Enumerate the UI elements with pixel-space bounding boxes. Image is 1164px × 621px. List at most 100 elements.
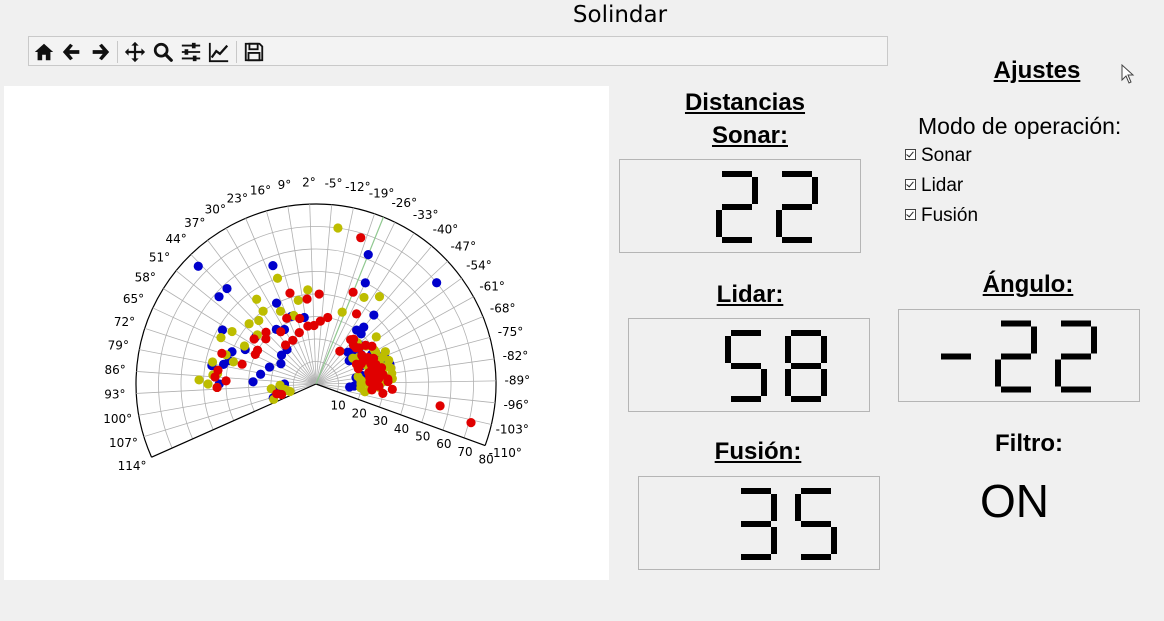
data-point-sonar	[264, 362, 275, 372]
data-point-sonar	[276, 350, 287, 360]
data-point-sonar	[217, 325, 228, 335]
polar-plot[interactable]: 114° 107° 100° 93° 86° 79° 72° 65° 58° 51° 44° 37° 3…	[4, 86, 609, 580]
lcd-segment	[731, 363, 761, 369]
lcd-segment	[1001, 353, 1031, 360]
lcd-segment	[791, 363, 821, 369]
theta-tick-label: -82°	[503, 349, 529, 363]
data-point-sonar	[345, 382, 355, 392]
lcd-segment	[741, 488, 771, 494]
lidar-lcd-digits	[725, 330, 827, 402]
theta-tick-label: 16°	[250, 183, 271, 197]
lcd-segment	[831, 527, 837, 554]
theta-tick-label: 114°	[118, 459, 147, 473]
theta-tick-label: -61°	[479, 279, 505, 293]
data-point-fusion	[295, 313, 305, 324]
data-point-lidar	[258, 306, 268, 316]
data-point-fusion	[303, 321, 313, 331]
lidar-checkbox-label: Lidar	[921, 175, 964, 196]
lcd-segment	[1031, 326, 1037, 354]
back-button[interactable]	[61, 41, 83, 63]
angulo-label: Ángulo:	[982, 271, 1074, 298]
zoom-button[interactable]	[152, 41, 174, 63]
data-point-lidar	[337, 307, 347, 317]
sliders-icon	[181, 42, 201, 62]
move-icon	[124, 41, 146, 63]
theta-tick-label: 58°	[135, 270, 156, 284]
checkbox-checked-icon	[905, 209, 916, 220]
subplots-button[interactable]	[180, 41, 202, 63]
forward-button[interactable]	[89, 41, 111, 63]
lcd-segment	[782, 204, 812, 210]
data-point-lidar	[244, 319, 254, 329]
data-point-sonar	[248, 377, 258, 387]
polar-grid	[135, 203, 497, 458]
data-point-lidar	[252, 294, 262, 304]
lcd-segment	[801, 488, 831, 494]
lcd-segment	[725, 336, 731, 363]
data-point-fusion	[314, 289, 324, 299]
data-point-fusion	[349, 334, 359, 344]
fusion-checkbox-label: Fusión	[921, 205, 979, 226]
theta-tick-label: -12°	[345, 180, 371, 194]
data-point-lidar	[293, 295, 303, 305]
lcd-segment	[1001, 386, 1031, 393]
data-point-fusion	[285, 288, 295, 298]
r-tick-label: 40	[394, 422, 409, 436]
magnifier-icon	[153, 42, 173, 62]
lcd-segment	[722, 237, 752, 243]
data-point-lidar	[203, 379, 213, 389]
lcd-segment	[801, 554, 831, 560]
lcd-segment	[785, 336, 791, 363]
data-point-lidar	[275, 306, 286, 316]
data-point-fusion	[356, 233, 366, 243]
data-point-fusion	[217, 348, 227, 359]
lcd-segment	[791, 330, 821, 336]
lidar-label: Lidar:	[716, 281, 784, 308]
arrow-left-icon	[62, 43, 80, 61]
lcd-segment	[761, 369, 767, 396]
data-point-lidar	[333, 223, 343, 233]
lcd-segment	[722, 171, 752, 177]
home-button[interactable]	[33, 41, 55, 63]
theta-tick-label: -47°	[450, 240, 476, 254]
lidar-checkbox[interactable]: Lidar	[905, 175, 963, 197]
fusion-checkbox[interactable]: Fusión	[905, 205, 978, 227]
data-point-fusion	[276, 389, 287, 400]
lcd-segment	[741, 554, 771, 560]
data-point-sonar	[222, 283, 232, 294]
edit-axes-button[interactable]	[208, 41, 230, 63]
r-tick-label: 10	[331, 399, 346, 413]
data-point-fusion	[435, 401, 445, 411]
save-button[interactable]	[243, 41, 265, 63]
lcd-segment	[722, 204, 752, 210]
checkbox-checked-icon	[905, 149, 916, 160]
lcd-segment	[785, 369, 791, 396]
fusion-label: Fusión:	[714, 438, 802, 465]
data-point-lidar	[207, 357, 218, 367]
theta-tick-label: 107°	[109, 436, 138, 450]
pan-button[interactable]	[124, 41, 146, 63]
theta-tick-label: -103°	[496, 422, 529, 436]
theta-tick-label: -89°	[505, 373, 531, 387]
data-point-sonar	[268, 260, 278, 271]
theta-tick-label: -54°	[466, 259, 492, 273]
window-title: Solindar	[572, 2, 668, 28]
data-point-fusion	[367, 385, 377, 395]
lcd-segment	[1001, 320, 1031, 327]
theta-tick-label: 86°	[104, 363, 125, 377]
theta-tick-label: -5°	[325, 176, 343, 190]
theta-tick-label: 44°	[165, 232, 186, 246]
data-point-fusion	[212, 382, 222, 393]
lcd-segment	[1055, 359, 1061, 387]
sonar-checkbox[interactable]: Sonar	[905, 145, 972, 167]
data-point-lidar	[359, 292, 369, 303]
angulo-lcd	[898, 309, 1140, 402]
lcd-segment	[795, 494, 801, 521]
theta-tick-label: 72°	[114, 315, 135, 329]
data-point-fusion	[221, 376, 231, 386]
data-point-sonar	[193, 261, 203, 271]
lcd-segment	[716, 210, 722, 237]
data-point-fusion	[282, 313, 292, 323]
lcd-segment	[791, 396, 821, 402]
data-point-sonar	[256, 369, 266, 379]
